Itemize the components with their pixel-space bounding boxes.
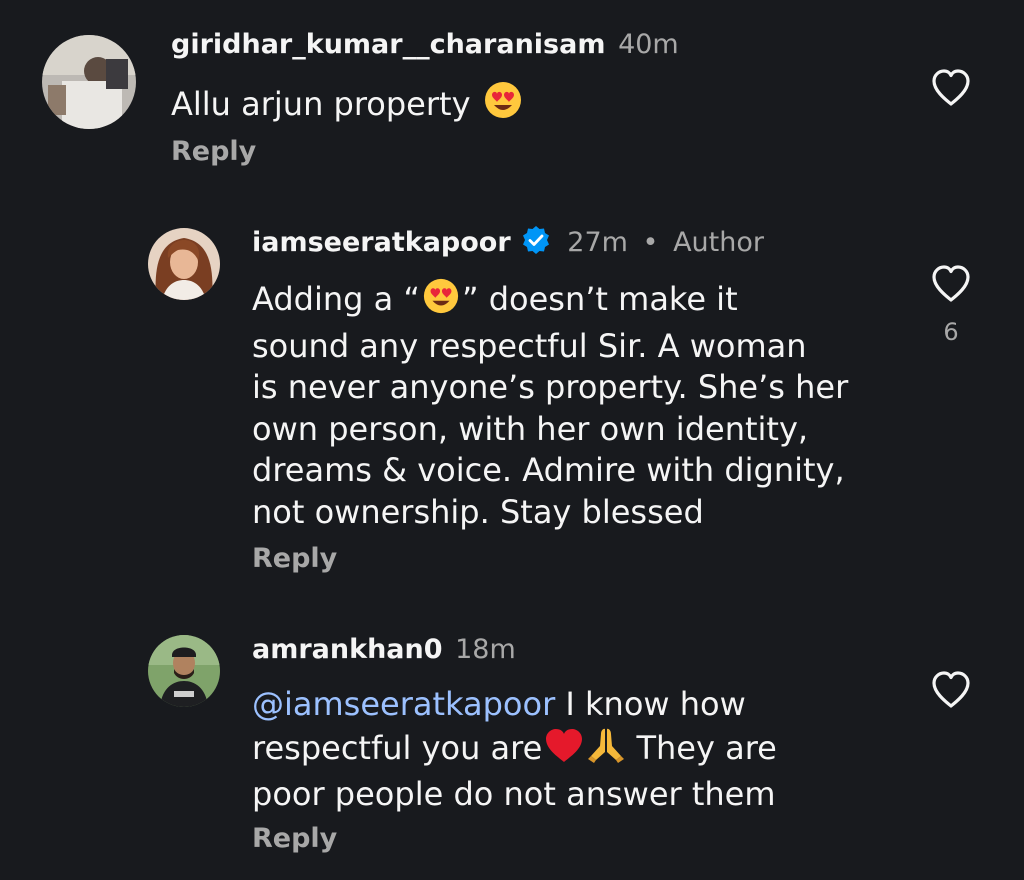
like-heart-icon[interactable] — [930, 68, 972, 112]
comment-line: @iamseeratkapoor I know how — [252, 684, 777, 726]
heart-eyes-emoji-icon — [483, 80, 523, 131]
username[interactable]: amrankhan0 — [252, 634, 443, 665]
comment-header: amrankhan0 18m — [252, 633, 516, 667]
comment-header: giridhar_kumar__charanisam 40m — [171, 28, 679, 62]
avatar[interactable] — [148, 635, 220, 707]
comment-text: @iamseeratkapoor I know how respectful y… — [252, 684, 777, 816]
reply-button[interactable]: Reply — [171, 135, 256, 169]
line-text: ” doesn’t make it — [461, 280, 738, 318]
line-text: I know how — [555, 685, 746, 723]
username[interactable]: iamseeratkapoor — [252, 227, 511, 258]
man-portrait-avatar — [148, 635, 220, 707]
red-heart-emoji-icon — [544, 728, 584, 775]
user-photo-avatar — [42, 35, 136, 129]
author-label: Author — [673, 227, 764, 258]
comment-text: Adding a “ ” doesn’t make it sound any r… — [252, 277, 848, 533]
line-text: Adding a “ — [252, 280, 420, 318]
comment-line: not ownership. Stay blessed — [252, 492, 704, 531]
comment-line: Adding a “ ” doesn’t make it — [252, 277, 848, 326]
folded-hands-emoji-icon — [588, 726, 625, 775]
comment-header: iamseeratkapoor 27m • Author — [252, 225, 764, 264]
avatar[interactable] — [42, 35, 136, 129]
comment-text: Allu arjun property — [171, 80, 525, 131]
timestamp: 18m — [455, 634, 516, 665]
separator-dot: • — [642, 227, 659, 258]
verified-badge-icon — [521, 225, 551, 264]
timestamp: 27m — [567, 227, 628, 258]
comment-line: own person, with her own identity, — [252, 409, 809, 448]
reply-button[interactable]: Reply — [252, 822, 337, 856]
comment-text-content: Allu arjun property — [171, 85, 471, 123]
timestamp: 40m — [618, 29, 679, 60]
comment-line: sound any respectful Sir. A woman — [252, 326, 807, 365]
comment-line: respectful you are They are — [252, 726, 777, 775]
mention-link[interactable]: @iamseeratkapoor — [252, 685, 555, 723]
heart-eyes-emoji-icon — [422, 277, 460, 326]
line-text: respectful you are — [252, 728, 543, 767]
username[interactable]: giridhar_kumar__charanisam — [171, 29, 605, 60]
like-count: 6 — [943, 318, 959, 346]
comment-line: dreams & voice. Admire with dignity, — [252, 451, 845, 489]
like-heart-icon[interactable] — [930, 264, 972, 308]
like-heart-icon[interactable] — [930, 670, 972, 714]
comment-line: poor people do not answer them — [252, 775, 776, 813]
reply-button[interactable]: Reply — [252, 542, 337, 576]
comment-line: is never anyone’s property. She’s her — [252, 368, 849, 406]
woman-portrait-avatar — [148, 228, 220, 300]
avatar[interactable] — [148, 228, 220, 300]
line-text: They are — [626, 728, 777, 767]
